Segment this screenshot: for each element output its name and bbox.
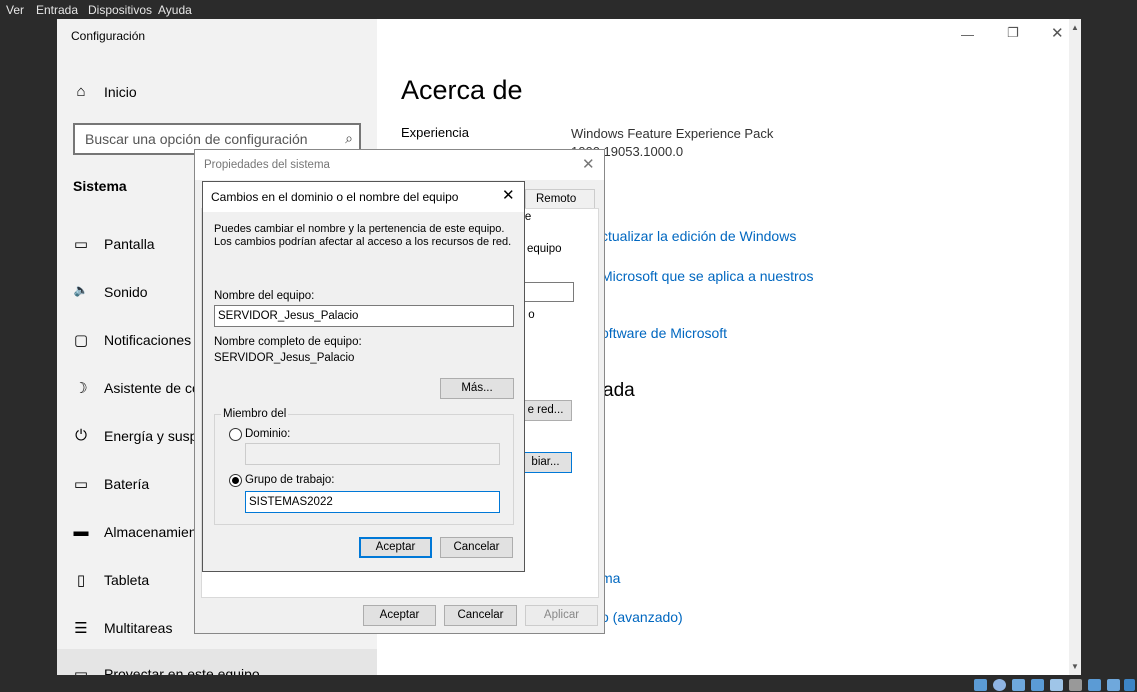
close-button[interactable]: ✕ xyxy=(1051,24,1064,42)
keyboard-icon[interactable] xyxy=(1124,679,1135,691)
link-software-license[interactable]: oftware de Microsoft xyxy=(601,325,727,341)
display-icon[interactable] xyxy=(1088,679,1101,691)
dialog-cancel-label: Cancelar xyxy=(453,541,500,553)
sysprops-cancel-label: Cancelar xyxy=(457,609,504,621)
search-placeholder: Buscar una opción de configuración xyxy=(85,131,308,147)
experience-label: Experiencia xyxy=(401,125,469,140)
restore-button[interactable]: ❐ xyxy=(1007,25,1019,41)
sidebar-item-proyectar[interactable]: Proyectar en este equipo xyxy=(104,666,260,675)
dialog-title: Cambios en el dominio o el nombre del eq… xyxy=(211,190,459,204)
computer-name-field[interactable]: SERVIDOR_Jesus_Palacio xyxy=(214,305,514,327)
minimize-button[interactable]: — xyxy=(961,27,974,42)
tab-remoto-label: Remoto xyxy=(536,193,577,205)
computer-name-dialog: Cambios en el dominio o el nombre del eq… xyxy=(202,181,525,572)
sidebar-item-bateria[interactable]: Batería xyxy=(104,476,149,492)
sysprops-partial-1: equipo xyxy=(527,243,562,255)
sysprops-partial-field[interactable] xyxy=(521,282,574,302)
tablet-icon: ▯ xyxy=(76,572,86,589)
usb-icon[interactable] xyxy=(1050,679,1063,691)
audio-icon[interactable] xyxy=(1012,679,1025,691)
speaker-icon: 🔈 xyxy=(73,283,89,297)
workgroup-field[interactable]: SISTEMAS2022 xyxy=(245,491,500,513)
search-icon: ⌕ xyxy=(345,130,353,146)
sysprops-ok-label: Aceptar xyxy=(379,609,420,621)
sysprops-apply-button[interactable]: Aplicar xyxy=(525,605,598,626)
home-icon: ⌂ xyxy=(76,83,86,100)
moon-icon: ☽ xyxy=(74,380,88,397)
dialog-ok-button[interactable]: Aceptar xyxy=(359,537,432,558)
power-icon: ⏻ xyxy=(75,427,87,444)
recording-icon[interactable] xyxy=(1107,679,1120,691)
sidebar-item-pantalla[interactable]: Pantalla xyxy=(104,236,155,252)
multitask-icon: ☰ xyxy=(74,620,88,637)
link-microsoft-terms[interactable]: Microsoft que se aplica a nuestros xyxy=(601,268,813,284)
sysprops-title: Propiedades del sistema xyxy=(204,159,330,171)
full-name-value: SERVIDOR_Jesus_Palacio xyxy=(214,352,355,364)
sysprops-red-label: e red... xyxy=(527,404,564,416)
partial-heading: ada xyxy=(603,380,635,401)
sysprops-apply-label: Aplicar xyxy=(543,609,580,621)
workgroup-radio[interactable] xyxy=(229,474,242,487)
sidebar-item-multitareas[interactable]: Multitareas xyxy=(104,620,172,636)
computer-name-label: Nombre del equipo: xyxy=(214,290,315,302)
more-button[interactable]: Más... xyxy=(440,378,514,399)
sidebar-item-asistente[interactable]: Asistente de co xyxy=(104,380,200,396)
monitor-icon: ▭ xyxy=(73,236,89,253)
vm-menu-bar: Ver Entrada Dispositivos Ayuda xyxy=(0,0,1137,19)
sysprops-red-button[interactable]: e red... xyxy=(519,400,572,421)
sidebar-home[interactable]: Inicio xyxy=(104,84,137,100)
domain-radio[interactable] xyxy=(229,428,242,441)
full-name-label: Nombre completo de equipo: xyxy=(214,336,362,348)
vm-status-bar xyxy=(0,677,1137,692)
sidebar-item-sonido[interactable]: Sonido xyxy=(104,284,148,300)
sidebar-item-almacenamiento[interactable]: Almacenamien xyxy=(104,524,197,540)
sysprops-cambiar-button[interactable]: biar... xyxy=(519,452,572,473)
sysprops-ok-button[interactable]: Aceptar xyxy=(363,605,436,626)
section-title: Sistema xyxy=(73,178,127,194)
window-title: Configuración xyxy=(71,29,146,43)
scroll-down-arrow[interactable]: ▼ xyxy=(1071,662,1079,671)
link-update-edition[interactable]: ctualizar la edición de Windows xyxy=(601,228,796,244)
storage-icon: ▬ xyxy=(73,523,89,540)
domain-field[interactable] xyxy=(245,443,500,465)
dialog-ok-label: Aceptar xyxy=(375,541,416,553)
sidebar-item-notificaciones[interactable]: Notificaciones xyxy=(104,332,191,348)
dialog-close-icon[interactable]: ✕ xyxy=(502,186,515,204)
tab-remoto[interactable]: Remoto xyxy=(525,189,595,209)
domain-label: Dominio: xyxy=(245,428,291,440)
experience-value: Windows Feature Experience Pack xyxy=(571,126,774,141)
menu-dispositivos[interactable]: Dispositivos xyxy=(88,3,152,17)
optical-drive-icon[interactable] xyxy=(993,679,1006,691)
sysprops-close-icon[interactable]: ✕ xyxy=(582,155,595,173)
dialog-description: Puedes cambiar el nombre y la pertenenci… xyxy=(214,223,512,248)
network-icon[interactable] xyxy=(1031,679,1044,691)
battery-icon: ▭ xyxy=(73,476,89,493)
menu-ver[interactable]: Ver xyxy=(6,3,24,17)
shared-folder-icon[interactable] xyxy=(1069,679,1082,691)
sysprops-cambiar-label: biar... xyxy=(531,456,560,468)
notifications-icon: ▢ xyxy=(73,332,89,349)
sidebar-item-energia[interactable]: Energía y suspe xyxy=(104,428,205,444)
dialog-cancel-button[interactable]: Cancelar xyxy=(440,537,513,558)
menu-entrada[interactable]: Entrada xyxy=(36,3,78,17)
menu-ayuda[interactable]: Ayuda xyxy=(158,3,192,17)
sidebar-item-tableta[interactable]: Tableta xyxy=(104,572,149,588)
workgroup-label: Grupo de trabajo: xyxy=(245,474,335,486)
more-label: Más... xyxy=(461,382,493,394)
member-of-label: Miembro del xyxy=(221,408,289,420)
scrollbar[interactable]: ▲ ▼ xyxy=(1069,19,1081,675)
link-partial-2[interactable]: o (avanzado) xyxy=(601,609,683,625)
page-title: Acerca de xyxy=(401,75,523,105)
project-icon: ▭ xyxy=(73,666,89,675)
scroll-up-arrow[interactable]: ▲ xyxy=(1071,23,1079,32)
hdd-icon[interactable] xyxy=(974,679,987,691)
sysprops-cancel-button[interactable]: Cancelar xyxy=(444,605,517,626)
